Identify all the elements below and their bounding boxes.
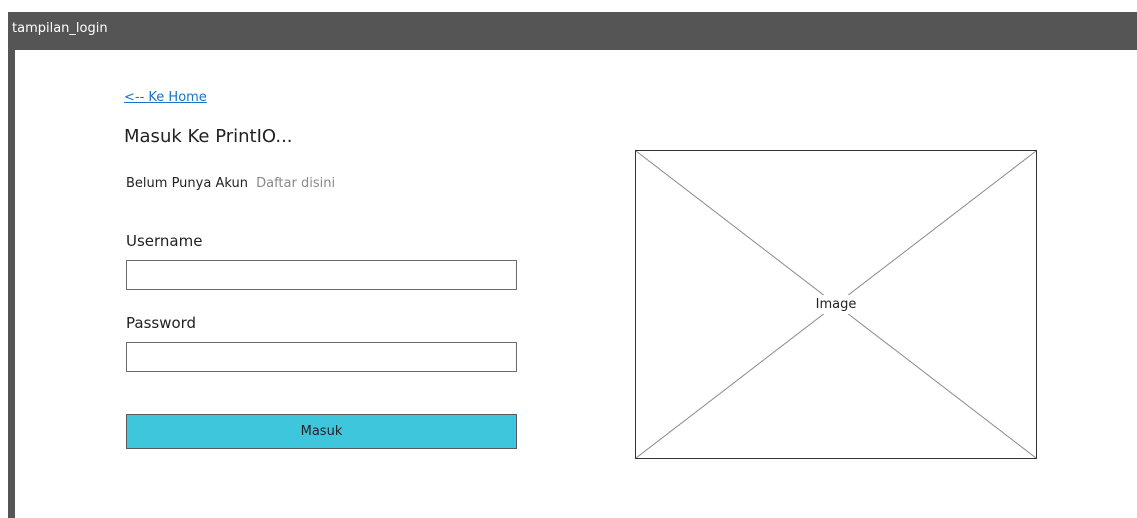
login-button[interactable]: Masuk	[126, 414, 517, 449]
page-title: Masuk Ke PrintIO...	[124, 126, 293, 147]
window-title: tampilan_login	[12, 21, 108, 36]
image-placeholder: Image	[635, 150, 1037, 459]
password-input[interactable]	[126, 342, 517, 372]
password-label: Password	[126, 314, 197, 332]
image-placeholder-label: Image	[811, 295, 861, 314]
signup-row: Belum Punya Akun Daftar disini	[126, 176, 335, 191]
window-titlebar: tampilan_login	[8, 12, 1137, 50]
login-window: tampilan_login <-- Ke Home Masuk Ke Prin…	[8, 12, 1137, 518]
signup-link[interactable]: Daftar disini	[256, 176, 335, 191]
username-input[interactable]	[126, 260, 517, 290]
screen: tampilan_login <-- Ke Home Masuk Ke Prin…	[0, 0, 1137, 518]
username-label: Username	[126, 232, 203, 250]
back-to-home-link[interactable]: <-- Ke Home	[124, 90, 207, 105]
signup-prompt: Belum Punya Akun	[126, 176, 248, 191]
